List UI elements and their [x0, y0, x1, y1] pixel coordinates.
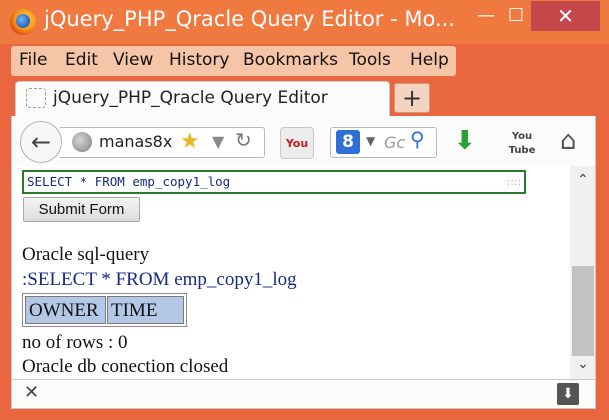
back-button[interactable]: ← [20, 121, 62, 163]
result-heading: Oracle sql-query [22, 244, 150, 265]
new-tab-button[interactable]: + [394, 83, 430, 113]
tab-title: jQuery_PHP_Qracle Query Editor [53, 88, 328, 108]
search-input[interactable]: Gc [384, 133, 405, 152]
download-arrow-icon[interactable]: ⬇ [454, 126, 476, 156]
menu-tools[interactable]: Tools [349, 50, 391, 70]
close-window-button[interactable]: ✕ [531, 1, 600, 31]
site-identity-icon[interactable] [72, 132, 92, 152]
youtube-addon-icon[interactable]: You Tube [280, 127, 314, 182]
submit-form-button[interactable]: Submit Form [23, 197, 140, 222]
menu-view[interactable]: View [113, 50, 153, 70]
bookmark-star-icon[interactable]: ★ [180, 129, 200, 154]
menu-history[interactable]: History [169, 50, 229, 70]
connection-status-text: Oracle db conection closed [22, 356, 229, 377]
window-title: jQuery_PHP_Qracle Query Editor - Mo... [44, 7, 455, 31]
resize-grip-icon[interactable]: ∷∷ [507, 178, 522, 189]
maximize-button[interactable]: ☐ [501, 1, 531, 31]
scrollbar-thumb[interactable] [572, 266, 594, 356]
scroll-up-icon[interactable]: ⌃ [570, 172, 596, 188]
column-header-owner: OWNER [25, 296, 106, 324]
row-count-text: no of rows : 0 [22, 332, 128, 353]
close-addon-bar-icon[interactable]: ✕ [24, 382, 39, 403]
column-header-time: TIME [107, 296, 184, 324]
home-icon[interactable]: ⌂ [560, 126, 577, 156]
menu-file[interactable]: File [19, 50, 47, 70]
minimize-button[interactable]: — [471, 1, 501, 31]
page-favicon-icon [26, 88, 46, 108]
download-status-icon[interactable]: ⬇ [557, 383, 579, 405]
menu-help[interactable]: Help [410, 50, 449, 70]
menu-edit[interactable]: Edit [65, 50, 98, 70]
youtube-icon[interactable]: You Tube [507, 128, 537, 158]
query-textarea[interactable]: SELECT * FROM emp_copy1_log [22, 170, 526, 194]
search-icon[interactable]: ⚲ [410, 127, 425, 151]
url-history-dropdown-icon[interactable]: ▼ [212, 132, 224, 151]
executed-query-text: :SELECT * FROM emp_copy1_log [22, 269, 297, 290]
firefox-globe-icon [16, 14, 30, 28]
google-search-engine-icon[interactable]: 8 [336, 130, 360, 154]
add-on-bar [11, 379, 596, 409]
menu-bookmarks[interactable]: Bookmarks [243, 50, 338, 70]
scroll-down-icon[interactable]: ⌄ [570, 356, 596, 372]
url-text[interactable]: manas8x [99, 132, 172, 151]
search-engine-dropdown-icon[interactable]: ▼ [366, 134, 375, 148]
reload-icon[interactable]: ↻ [235, 128, 252, 152]
